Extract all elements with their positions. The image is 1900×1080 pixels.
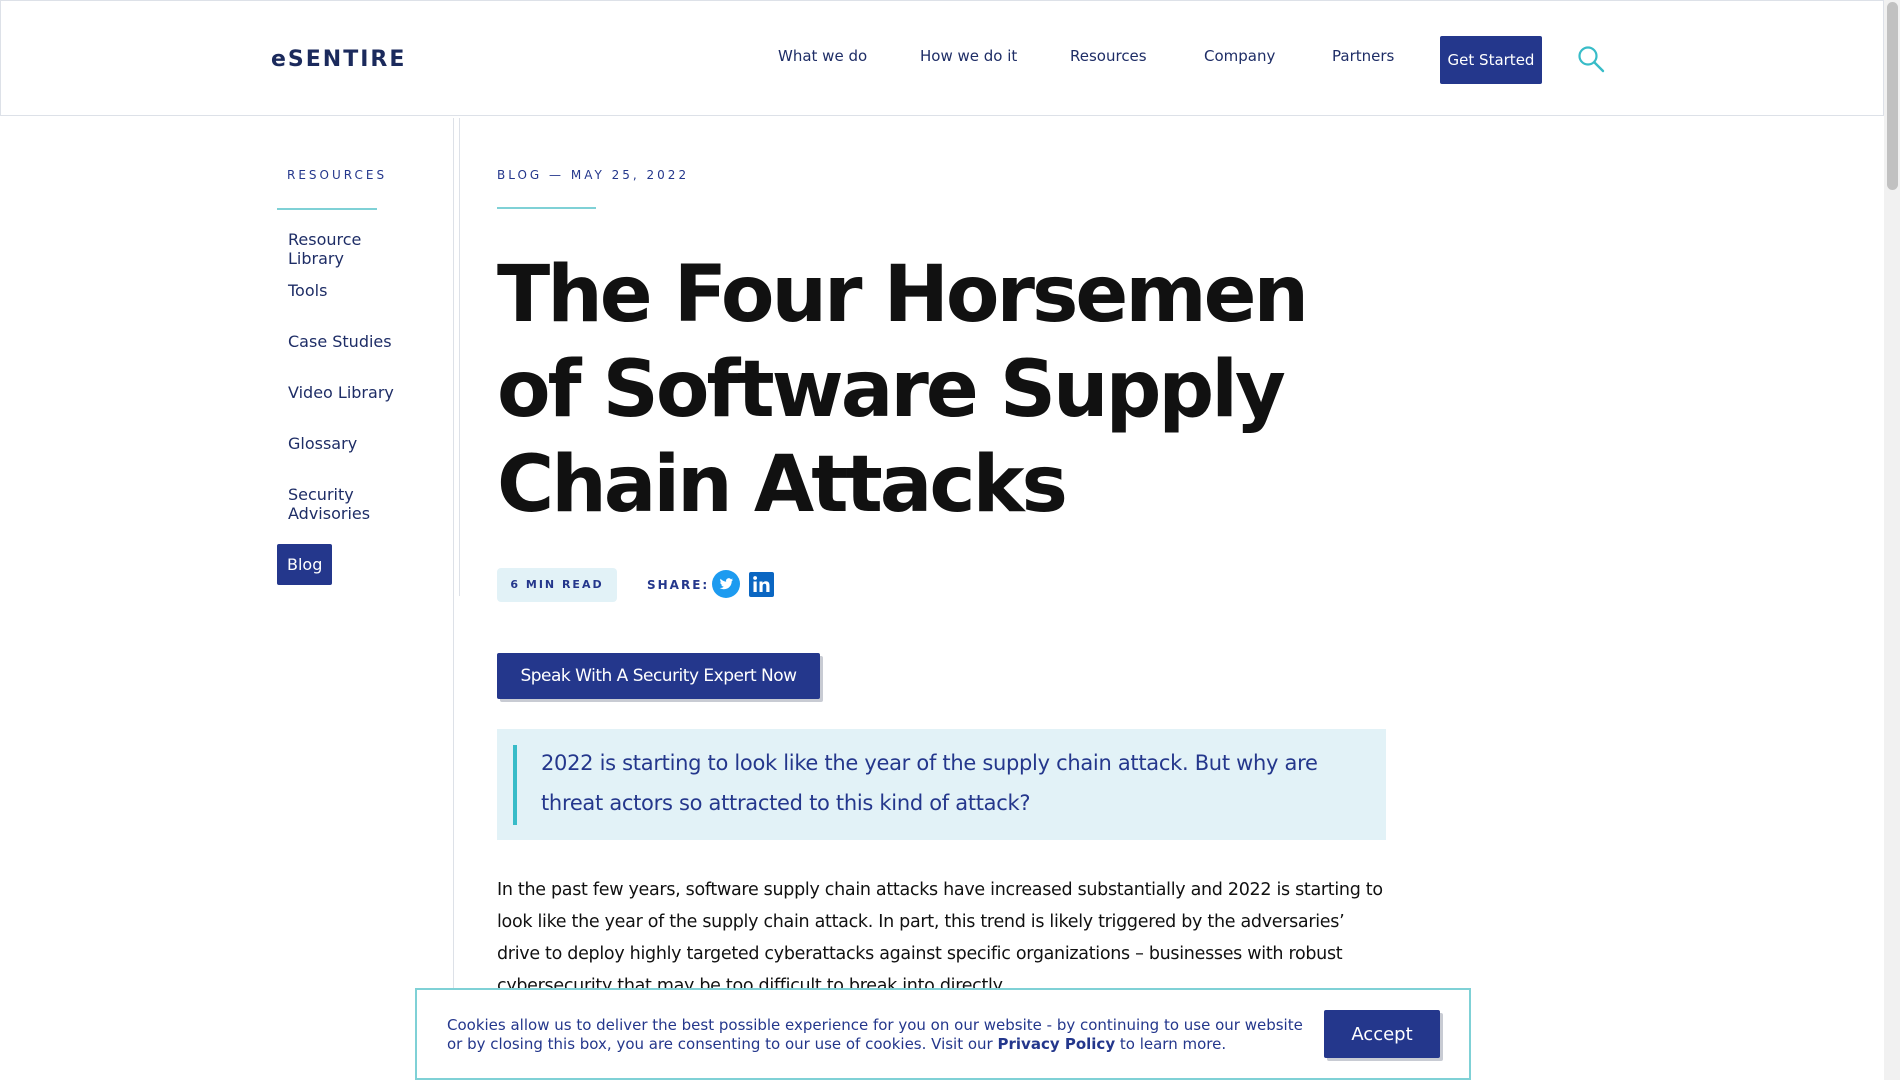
sidebar-item-blog[interactable]: Blog <box>277 544 333 585</box>
article-meta: BLOG — MAY 25, 2022 <box>497 168 690 182</box>
nav-what-we-do[interactable]: What we do <box>778 47 867 65</box>
sidebar-divider <box>453 118 454 1080</box>
cookie-banner: Cookies allow us to deliver the best pos… <box>415 988 1471 1080</box>
sidebar-heading: RESOURCES <box>287 168 388 182</box>
sidebar-item-security-advisories[interactable]: Security Advisories <box>288 485 388 523</box>
share-label: SHARE: <box>647 578 710 592</box>
sidebar-item-video-library[interactable]: Video Library <box>288 383 418 402</box>
site-header: eSENTIRE What we do How we do it Resourc… <box>0 0 1884 116</box>
pull-quote: 2022 is starting to look like the year o… <box>497 729 1386 840</box>
sidebar-divider-inner <box>459 118 460 596</box>
accept-cookies-button[interactable]: Accept <box>1324 1010 1440 1058</box>
article-paragraph: In the past few years, software supply c… <box>497 880 1383 996</box>
article-meta-underline <box>497 207 596 209</box>
nav-resources[interactable]: Resources <box>1070 47 1147 65</box>
pull-quote-bar <box>513 745 517 825</box>
twitter-icon[interactable] <box>712 570 740 598</box>
sidebar-item-case-studies[interactable]: Case Studies <box>288 332 418 351</box>
read-time-badge: 6 MIN READ <box>497 568 617 602</box>
privacy-policy-link[interactable]: Privacy Policy <box>998 1035 1116 1053</box>
linkedin-icon[interactable] <box>749 572 774 597</box>
sidebar-item-glossary[interactable]: Glossary <box>288 434 418 453</box>
get-started-button[interactable]: Get Started <box>1440 36 1542 84</box>
speak-with-expert-button[interactable]: Speak With A Security Expert Now <box>497 653 820 699</box>
article-title: The Four Horsemen of Software Supply Cha… <box>497 250 1309 530</box>
cookie-text: Cookies allow us to deliver the best pos… <box>447 1016 1307 1054</box>
pull-quote-text: 2022 is starting to look like the year o… <box>541 751 1318 815</box>
sidebar-item-resource-library[interactable]: Resource Library <box>288 230 418 268</box>
esentire-logo[interactable]: eSENTIRE <box>271 47 406 72</box>
cookie-text-end: to learn more. <box>1119 1035 1227 1053</box>
scrollbar-thumb[interactable] <box>1887 2 1898 190</box>
sidebar-heading-underline <box>277 208 377 210</box>
search-icon[interactable] <box>1577 45 1605 73</box>
nav-company[interactable]: Company <box>1204 47 1275 65</box>
nav-partners[interactable]: Partners <box>1332 47 1394 65</box>
nav-how-we-do-it[interactable]: How we do it <box>920 47 1017 65</box>
sidebar-item-tools[interactable]: Tools <box>288 281 418 300</box>
